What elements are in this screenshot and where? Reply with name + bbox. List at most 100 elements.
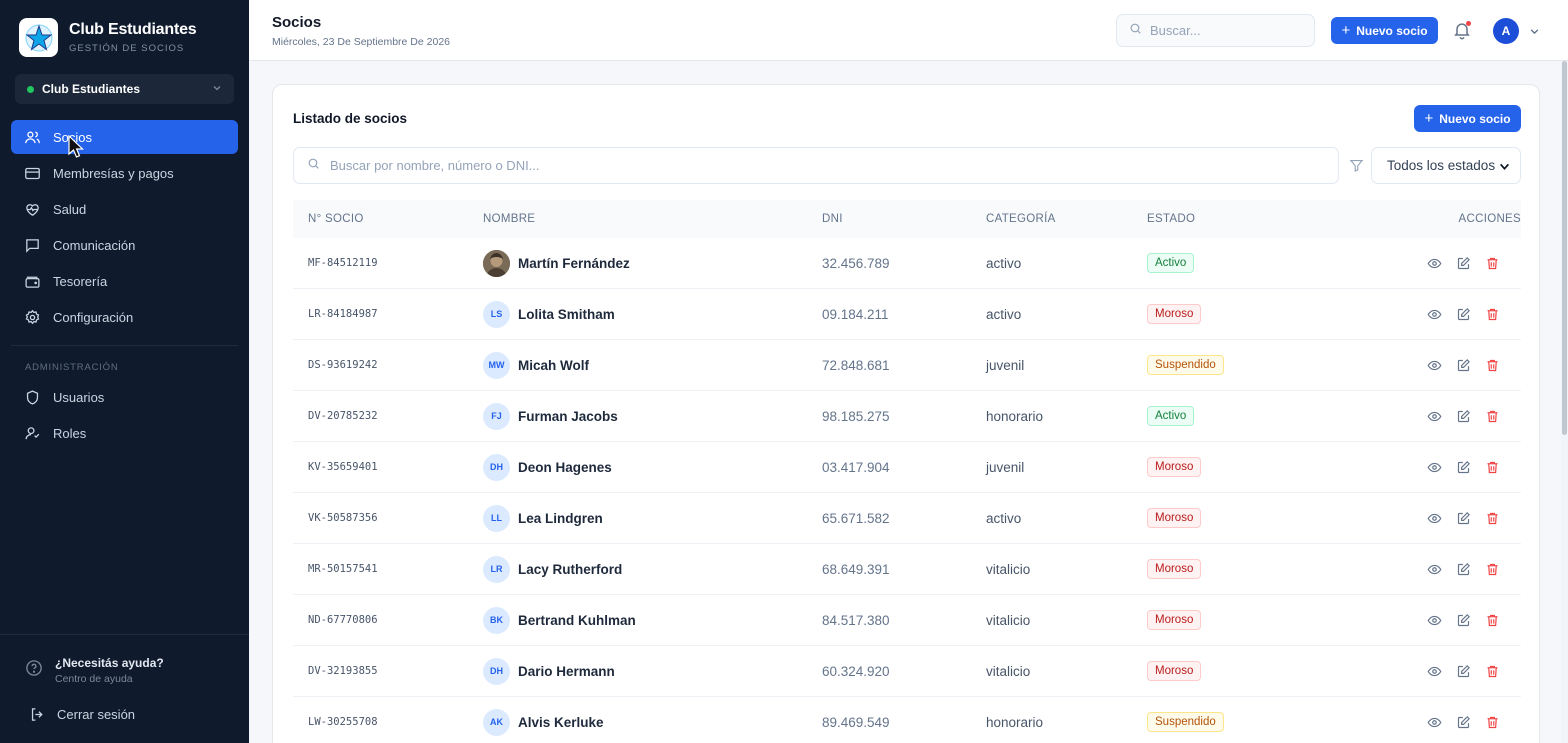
member-name-cell: AK Alvis Kerluke	[483, 697, 604, 743]
member-category: juvenil	[986, 357, 1025, 373]
logout-icon	[29, 706, 46, 723]
scrollbar-thumb[interactable]	[1562, 61, 1567, 435]
member-status-cell: Activo	[1147, 238, 1195, 288]
member-number: MR-50157541	[308, 563, 378, 575]
member-dni: 65.671.582	[822, 510, 890, 526]
sidebar-item-roles[interactable]: Roles	[11, 416, 238, 450]
view-eye-icon[interactable]	[1426, 714, 1442, 730]
trash-icon[interactable]	[1484, 561, 1500, 577]
member-category: vitalicio	[986, 612, 1031, 628]
view-eye-icon[interactable]	[1426, 255, 1442, 271]
trash-icon[interactable]	[1484, 714, 1500, 730]
table-row[interactable]: MF-84512119 Martín Fernández 32.456.789 …	[293, 238, 1521, 289]
member-initials-avatar: DH	[483, 453, 510, 481]
member-status-cell: Suspendido	[1147, 697, 1224, 743]
column-header: NOMBRE	[483, 213, 536, 225]
logout-button[interactable]: Cerrar sesión	[29, 706, 135, 723]
sidebar-item-configuracion[interactable]: Configuración	[11, 300, 238, 334]
member-status-cell: Moroso	[1147, 544, 1202, 594]
sidebar-item-label: Usuarios	[53, 389, 105, 405]
sidebar-item-socios[interactable]: Socios	[11, 120, 238, 154]
member-name-cell: LL Lea Lindgren	[483, 493, 603, 543]
member-initials-avatar: MW	[483, 351, 510, 379]
table-row[interactable]: MR-50157541 LR Lacy Rutherford 68.649.39…	[293, 544, 1521, 595]
club-selector[interactable]: Club Estudiantes	[15, 74, 234, 104]
edit-icon[interactable]	[1455, 306, 1471, 322]
view-eye-icon[interactable]	[1426, 510, 1442, 526]
edit-icon[interactable]	[1455, 459, 1471, 475]
view-eye-icon[interactable]	[1426, 306, 1442, 322]
trash-icon[interactable]	[1484, 306, 1500, 322]
member-name: Deon Hagenes	[518, 459, 612, 475]
member-category: honorario	[986, 714, 1044, 730]
table-row[interactable]: DV-20785232 FJ Furman Jacobs 98.185.275 …	[293, 391, 1521, 442]
column-header: N° SOCIO	[308, 213, 364, 225]
view-eye-icon[interactable]	[1426, 357, 1442, 373]
status-filter-value: Todos los estados	[1387, 158, 1496, 173]
new-member-button-top[interactable]: + Nuevo socio	[1331, 17, 1438, 44]
edit-icon[interactable]	[1455, 714, 1471, 730]
row-actions	[1426, 493, 1513, 543]
sidebar-item-salud[interactable]: Salud	[11, 192, 238, 226]
row-actions	[1426, 646, 1513, 696]
table-row[interactable]: DS-93619242 MW Micah Wolf 72.848.681 juv…	[293, 340, 1521, 391]
brand[interactable]: Club Estudiantes GESTIÓN DE SOCIOS	[19, 18, 197, 57]
member-number: DS-93619242	[308, 359, 378, 371]
row-actions	[1426, 442, 1513, 492]
sidebar-item-usuarios[interactable]: Usuarios	[11, 380, 238, 414]
sidebar-item-tesoreria[interactable]: Tesorería	[11, 264, 238, 298]
trash-icon[interactable]	[1484, 408, 1500, 424]
chevron-down-icon[interactable]	[1529, 24, 1540, 42]
shield-icon	[24, 389, 41, 406]
member-search-input[interactable]	[330, 158, 1280, 173]
view-eye-icon[interactable]	[1426, 408, 1442, 424]
view-eye-icon[interactable]	[1426, 663, 1442, 679]
filter-icon[interactable]	[1349, 158, 1364, 178]
edit-icon[interactable]	[1455, 510, 1471, 526]
edit-icon[interactable]	[1455, 255, 1471, 271]
edit-icon[interactable]	[1455, 612, 1471, 628]
trash-icon[interactable]	[1484, 612, 1500, 628]
sidebar-item-membresias[interactable]: Membresías y pagos	[11, 156, 238, 190]
trash-icon[interactable]	[1484, 663, 1500, 679]
member-search[interactable]	[293, 147, 1339, 184]
table-row[interactable]: ND-67770806 BK Bertrand Kuhlman 84.517.3…	[293, 595, 1521, 646]
sidebar-item-comunicacion[interactable]: Comunicación	[11, 228, 238, 262]
help-link[interactable]: ¿Necesitás ayuda? Centro de ayuda	[25, 656, 164, 685]
table-row[interactable]: VK-50587356 LL Lea Lindgren 65.671.582 a…	[293, 493, 1521, 544]
member-category: activo	[986, 255, 1022, 271]
card-title: Listado de socios	[293, 111, 408, 126]
logout-label: Cerrar sesión	[57, 707, 136, 722]
trash-icon[interactable]	[1484, 510, 1500, 526]
table-row[interactable]: LW-30255708 AK Alvis Kerluke 89.469.549 …	[293, 697, 1521, 743]
trash-icon[interactable]	[1484, 459, 1500, 475]
member-name: Alvis Kerluke	[518, 714, 604, 730]
member-initials-avatar: LS	[483, 300, 510, 328]
help-title: ¿Necesitás ayuda?	[55, 656, 164, 670]
status-badge: Activo	[1147, 253, 1195, 273]
view-eye-icon[interactable]	[1426, 561, 1442, 577]
edit-icon[interactable]	[1455, 561, 1471, 577]
global-search-input[interactable]	[1150, 23, 1290, 38]
view-eye-icon[interactable]	[1426, 459, 1442, 475]
member-name-cell: MW Micah Wolf	[483, 340, 589, 390]
user-avatar[interactable]: A	[1493, 18, 1519, 44]
table-row[interactable]: LR-84184987 LS Lolita Smitham 09.184.211…	[293, 289, 1521, 340]
trash-icon[interactable]	[1484, 255, 1500, 271]
table-row[interactable]: KV-35659401 DH Deon Hagenes 03.417.904 j…	[293, 442, 1521, 493]
edit-icon[interactable]	[1455, 408, 1471, 424]
view-eye-icon[interactable]	[1426, 612, 1442, 628]
edit-icon[interactable]	[1455, 663, 1471, 679]
table-row[interactable]: DV-32193855 DH Dario Hermann 60.324.920 …	[293, 646, 1521, 697]
row-actions	[1426, 544, 1513, 594]
global-search[interactable]	[1116, 14, 1315, 47]
main-nav: Socios Membresías y pagos Salud Comunica…	[11, 120, 238, 336]
help-subtitle: Centro de ayuda	[55, 673, 133, 685]
notifications-bell-icon[interactable]	[1452, 20, 1472, 40]
trash-icon[interactable]	[1484, 357, 1500, 373]
column-header: DNI	[822, 213, 843, 225]
edit-icon[interactable]	[1455, 357, 1471, 373]
sidebar-item-label: Tesorería	[53, 273, 108, 289]
new-member-button[interactable]: + Nuevo socio	[1414, 105, 1521, 132]
status-filter-select[interactable]: Todos los estados	[1371, 147, 1521, 184]
